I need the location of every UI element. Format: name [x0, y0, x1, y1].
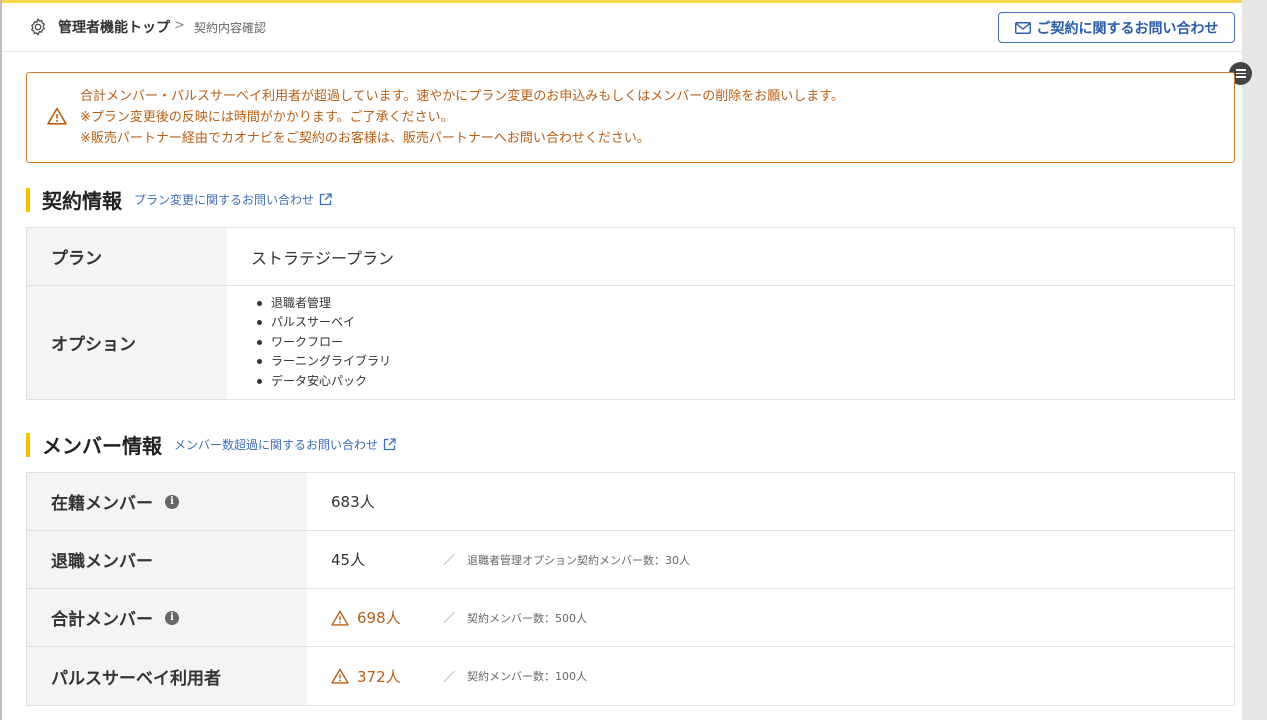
list-item: ワークフロー — [255, 333, 391, 353]
row-cell: 683人 — [307, 473, 1234, 530]
alert-line: ※販売パートナー経由でカオナビをご契約のお客様は、販売パートナーへお問い合わせく… — [80, 131, 650, 146]
pulse-survey-users-value: 372人 — [331, 666, 443, 687]
member-overage-link-label: メンバー数超過に関するお問い合わせ — [174, 438, 379, 452]
contract-title: 契約情報 — [42, 189, 122, 213]
heading-accent-bar — [26, 432, 30, 457]
row-cell: 372人 ／ 契約メンバー数：100人 — [307, 647, 1234, 705]
options-value: 退職者管理 パルスサーベイ ワークフロー ラーニングライブラリ データ安心パック — [227, 286, 1234, 399]
members-table: 在籍メンバー i 683人 退職メンバー 45人 ／ 退職者管理オプション契約メ… — [26, 472, 1235, 706]
scrollbar[interactable] — [1242, 0, 1267, 720]
retired-members-value: 45人 — [331, 551, 366, 569]
breadcrumb-current: 契約内容確認 — [194, 21, 267, 35]
info-icon[interactable]: i — [165, 610, 179, 625]
member-overage-contact-link[interactable]: メンバー数超過に関するお問い合わせ — [174, 436, 396, 453]
plan-change-link-label: プラン変更に関するお問い合わせ — [134, 193, 315, 207]
retired-members-note: 退職者管理オプション契約メンバー数：30人 — [467, 553, 691, 567]
contract-contact-label: ご契約に関するお問い合わせ — [1036, 20, 1219, 37]
info-icon[interactable]: i — [165, 494, 179, 509]
left-border — [0, 0, 2, 720]
warning-icon — [47, 107, 67, 125]
separator: ／ — [443, 553, 456, 567]
warning-icon — [331, 668, 349, 684]
total-members-label: 合計メンバー — [51, 610, 153, 630]
warning-icon — [331, 610, 349, 626]
members-title: メンバー情報 — [42, 434, 162, 458]
total-members-value: 698人 — [331, 607, 443, 628]
mail-icon — [1014, 21, 1031, 34]
list-item: パルスサーベイ — [255, 313, 391, 333]
list-item: 退職者管理 — [255, 294, 391, 314]
table-row: パルスサーベイ利用者 372人 ／ 契約メンバー数：100人 — [27, 647, 1234, 705]
gear-icon — [31, 18, 45, 36]
separator: ／ — [443, 669, 456, 684]
active-members-label: 在籍メンバー — [51, 494, 153, 514]
page: 管理者機能トップ > 契約内容確認 ご契約に関するお問い合わせ 合計メンバー・パ… — [0, 0, 1267, 720]
separator: ／ — [443, 611, 456, 625]
table-row: 合計メンバー i 698人 ／ 契約メンバー数：500人 — [27, 589, 1234, 647]
retired-members-label: 退職メンバー — [51, 552, 153, 572]
row-cell: 45人 ／ 退職者管理オプション契約メンバー数：30人 — [307, 531, 1234, 588]
members-section-heading: メンバー情報 メンバー数超過に関するお問い合わせ — [26, 430, 396, 459]
active-members-value: 683人 — [331, 493, 375, 511]
chevron-right-icon: > — [174, 18, 185, 33]
heading-accent-bar — [26, 187, 30, 212]
external-link-icon — [319, 193, 332, 206]
pulse-survey-users-count: 372人 — [357, 667, 401, 686]
external-link-icon — [383, 438, 396, 451]
options-list: 退職者管理 パルスサーベイ ワークフロー ラーニングライブラリ データ安心パック — [227, 294, 391, 392]
alert-line: ※プラン変更後の反映には時間がかかります。ご了承ください。 — [80, 110, 454, 125]
table-row: 在籍メンバー i 683人 — [27, 473, 1234, 531]
warning-alert: 合計メンバー・パルスサーベイ利用者が超過しています。速やかにプラン変更のお申込み… — [26, 72, 1235, 163]
row-cell: 698人 ／ 契約メンバー数：500人 — [307, 589, 1234, 646]
list-item: データ安心パック — [255, 372, 391, 392]
alert-messages: 合計メンバー・パルスサーベイ利用者が超過しています。速やかにプラン変更のお申込み… — [80, 86, 844, 149]
contract-table: プラン ストラテジープラン オプション 退職者管理 パルスサーベイ ワークフロー… — [26, 227, 1235, 400]
plan-change-contact-link[interactable]: プラン変更に関するお問い合わせ — [134, 191, 332, 208]
options-row: オプション 退職者管理 パルスサーベイ ワークフロー ラーニングライブラリ デー… — [27, 286, 1234, 399]
plan-label: プラン — [27, 228, 227, 285]
list-item: ラーニングライブラリ — [255, 352, 391, 372]
contract-contact-button[interactable]: ご契約に関するお問い合わせ — [998, 12, 1235, 43]
total-members-count: 698人 — [357, 609, 401, 627]
options-label: オプション — [27, 286, 227, 399]
row-header: 退職メンバー — [27, 531, 307, 588]
row-header: パルスサーベイ利用者 — [27, 647, 307, 705]
breadcrumb-root[interactable]: 管理者機能トップ — [58, 17, 170, 37]
header: 管理者機能トップ > 契約内容確認 ご契約に関するお問い合わせ — [2, 3, 1242, 52]
plan-value: ストラテジープラン — [251, 248, 395, 268]
pulse-survey-users-label: パルスサーベイ利用者 — [51, 668, 221, 689]
table-row: 退職メンバー 45人 ／ 退職者管理オプション契約メンバー数：30人 — [27, 531, 1234, 589]
row-header: 合計メンバー i — [27, 589, 307, 646]
total-members-note: 契約メンバー数：500人 — [467, 611, 588, 625]
pulse-survey-users-note: 契約メンバー数：100人 — [467, 670, 588, 683]
alert-line: 合計メンバー・パルスサーベイ利用者が超過しています。速やかにプラン変更のお申込み… — [80, 89, 845, 104]
contract-section-heading: 契約情報 プラン変更に関するお問い合わせ — [26, 185, 332, 214]
plan-row: プラン ストラテジープラン — [27, 228, 1234, 286]
row-header: 在籍メンバー i — [27, 473, 307, 530]
